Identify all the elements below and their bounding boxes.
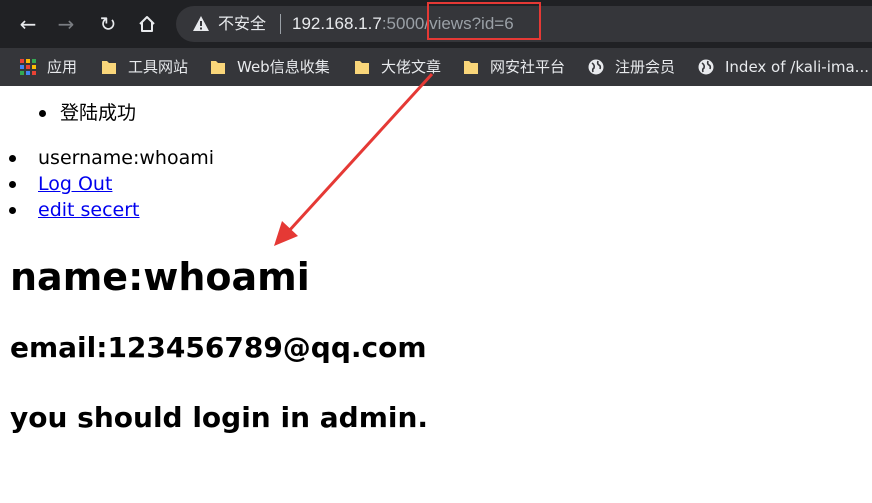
folder-icon [211, 61, 225, 74]
globe-icon [698, 59, 714, 75]
home-icon[interactable] [133, 10, 161, 38]
bookmark-label: 网安社平台 [490, 58, 566, 76]
bookmark-label: Index of /kali-ima... [725, 58, 869, 76]
bookmark-label: 大佬文章 [381, 58, 442, 76]
page-content: 登陆成功 username:whoami Log Out edit secert… [0, 86, 872, 503]
bookmark-label: 注册会员 [615, 58, 676, 76]
url-highlight-box [427, 2, 541, 40]
apps-grid-icon [20, 59, 36, 75]
list-bullet [9, 207, 16, 214]
address-separator [280, 14, 281, 34]
list-bullet [39, 110, 46, 117]
username-label: username:whoami [38, 147, 215, 169]
bookmarks-bar: 应用 工具网站 Web信息收集 大佬文章 网安社平台 注册会员 Index of… [0, 48, 872, 86]
reload-icon[interactable]: ↻ [94, 10, 122, 38]
bookmark-label: 工具网站 [128, 58, 189, 76]
bookmark-label: 应用 [47, 58, 78, 76]
globe-icon [588, 59, 604, 75]
admin-hint-heading: you should login in admin. [10, 401, 429, 434]
profile-email-heading: email:123456789@qq.com [10, 331, 427, 364]
forward-arrow-icon[interactable]: → [52, 10, 80, 38]
logout-link[interactable]: Log Out [38, 173, 112, 195]
edit-secret-link[interactable]: edit secert [38, 199, 140, 221]
warning-triangle-icon[interactable] [192, 15, 210, 33]
folder-icon [464, 61, 478, 74]
security-label[interactable]: 不安全 [218, 13, 266, 35]
list-bullet [9, 181, 16, 188]
bookmark-label: Web信息收集 [237, 58, 330, 76]
flash-message: 登陆成功 [60, 102, 137, 124]
folder-icon [355, 61, 369, 74]
list-bullet [9, 155, 16, 162]
url-host: 192.168.1.7 [292, 14, 382, 33]
profile-name-heading: name:whoami [10, 255, 310, 299]
folder-icon [102, 61, 116, 74]
back-arrow-icon[interactable]: ← [14, 10, 42, 38]
browser-toolbar: ← → ↻ 不安全 192.168.1.7:5000/views?id=6 [0, 0, 872, 48]
